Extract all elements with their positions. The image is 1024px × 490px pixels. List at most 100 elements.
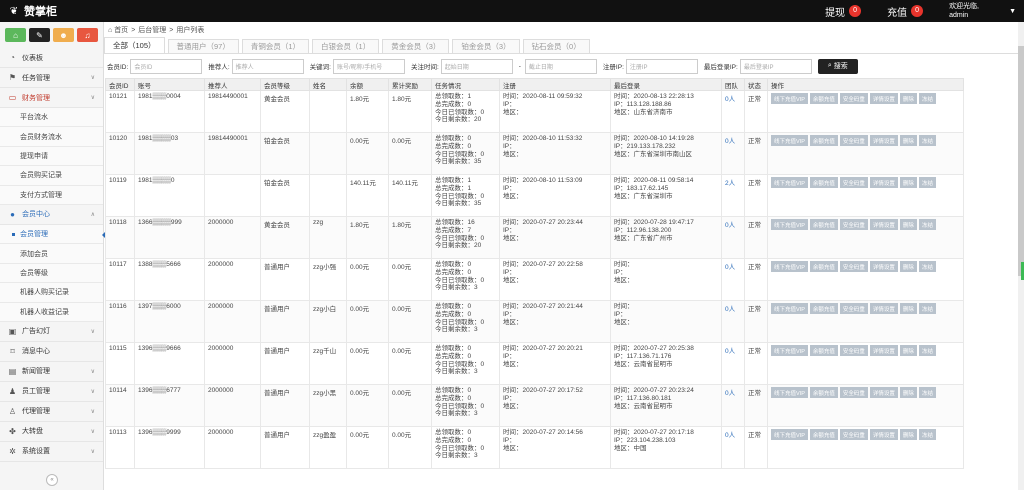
sidebar-item[interactable]: ♟ 员工管理 ∨ bbox=[0, 382, 103, 402]
action-button[interactable]: 余额充值 bbox=[809, 429, 838, 440]
sidebar-item[interactable]: ⌑ 消息中心 bbox=[0, 342, 103, 362]
sidebar-subitem[interactable]: 会员购买记录 bbox=[0, 166, 103, 186]
team-link[interactable]: 0人 bbox=[725, 306, 735, 313]
action-button[interactable]: 余额充值 bbox=[809, 345, 838, 356]
scrollbar-thumb[interactable] bbox=[1018, 46, 1024, 276]
sidebar-subitem[interactable]: 机器人收益记录 bbox=[0, 302, 103, 322]
team-link[interactable]: 0人 bbox=[725, 264, 735, 271]
action-button[interactable]: 详情设置 bbox=[869, 387, 898, 398]
member-id-input[interactable]: 会员ID bbox=[130, 58, 203, 74]
action-button[interactable]: 余额充值 bbox=[809, 387, 838, 398]
group-icon[interactable]: ☻ bbox=[53, 28, 74, 42]
pencil-icon[interactable]: ✎ bbox=[29, 28, 50, 42]
action-button[interactable]: 线下充值VIP bbox=[771, 429, 808, 440]
start-date-input[interactable]: 起始日期 bbox=[440, 58, 513, 74]
action-button[interactable]: 安全码重 bbox=[839, 387, 868, 398]
action-button[interactable]: 安全码重 bbox=[839, 345, 868, 356]
team-link[interactable]: 0人 bbox=[725, 222, 735, 229]
caret-down-icon[interactable]: ▼ bbox=[1009, 8, 1016, 15]
action-button[interactable]: 删除 bbox=[899, 303, 917, 314]
sidebar-subitem[interactable]: 会员财务流水 bbox=[0, 127, 103, 147]
tab-level[interactable]: 全部（105） bbox=[104, 37, 165, 53]
sidebar-subitem[interactable]: 支付方式管理 bbox=[0, 185, 103, 205]
action-button[interactable]: 详情设置 bbox=[869, 177, 898, 188]
sidebar-item[interactable]: ✤ 大转盘 ∨ bbox=[0, 422, 103, 442]
tab-level[interactable]: 普通用户（97） bbox=[167, 39, 239, 53]
brand-logo[interactable]: ❦ 赞掌柜 bbox=[0, 3, 104, 19]
action-button[interactable]: 线下充值VIP bbox=[771, 387, 808, 398]
sidebar-item[interactable]: ● 会员中心 ∧ bbox=[0, 205, 103, 225]
action-button[interactable]: 详情设置 bbox=[869, 219, 898, 230]
action-button[interactable]: 删除 bbox=[899, 177, 917, 188]
action-button[interactable]: 冻结 bbox=[918, 219, 936, 230]
tab-level[interactable]: 黄金会员（3） bbox=[382, 39, 450, 53]
sidebar-subitem[interactable]: 会员等级 bbox=[0, 263, 103, 284]
action-button[interactable]: 冻结 bbox=[918, 261, 936, 272]
keyword-input[interactable]: 账号/昵称/手机号 bbox=[332, 58, 405, 74]
sidebar-item[interactable]: ⚑ 任务管理 ∨ bbox=[0, 68, 103, 88]
action-button[interactable]: 冻结 bbox=[918, 387, 936, 398]
action-button[interactable]: 安全码重 bbox=[839, 219, 868, 230]
action-button[interactable]: 安全码重 bbox=[839, 177, 868, 188]
action-button[interactable]: 详情设置 bbox=[869, 93, 898, 104]
team-link[interactable]: 0人 bbox=[725, 138, 735, 145]
sidebar-item[interactable]: ▣ 广告幻灯 ∨ bbox=[0, 322, 103, 342]
team-link[interactable]: 2人 bbox=[725, 180, 735, 187]
sidebar-subitem[interactable]: 添加会员 bbox=[0, 244, 103, 264]
sidebar-subitem[interactable]: 平台流水 bbox=[0, 108, 103, 128]
action-button[interactable]: 线下充值VIP bbox=[771, 177, 808, 188]
action-button[interactable]: 冻结 bbox=[918, 93, 936, 104]
action-button[interactable]: 删除 bbox=[899, 429, 917, 440]
sidebar-item[interactable]: ▭ 财务管理 ∨ bbox=[0, 88, 103, 108]
end-date-input[interactable]: 截止日期 bbox=[524, 58, 597, 74]
action-button[interactable]: 线下充值VIP bbox=[771, 219, 808, 230]
action-button[interactable]: 线下充值VIP bbox=[771, 135, 808, 146]
action-button[interactable]: 线下充值VIP bbox=[771, 303, 808, 314]
action-button[interactable]: 删除 bbox=[899, 219, 917, 230]
sidebar-subitem[interactable]: 提现申请 bbox=[0, 146, 103, 167]
action-button[interactable]: 安全码重 bbox=[839, 135, 868, 146]
action-button[interactable]: 删除 bbox=[899, 345, 917, 356]
search-button[interactable]: ⌕ 搜索 bbox=[817, 58, 858, 74]
sidebar-subitem[interactable]: 会员管理 bbox=[0, 224, 107, 245]
tab-level[interactable]: 铂金会员（3） bbox=[452, 39, 520, 53]
action-button[interactable]: 线下充值VIP bbox=[771, 93, 808, 104]
action-button[interactable]: 详情设置 bbox=[869, 345, 898, 356]
sidebar-item[interactable]: ♙ 代理管理 ∨ bbox=[0, 402, 103, 422]
sidebar-item[interactable]: ✲ 系统设置 ∨ bbox=[0, 442, 103, 462]
recharge-link[interactable]: 充值 0 bbox=[887, 4, 924, 19]
breadcrumb-admin[interactable]: 后台管理 bbox=[138, 25, 166, 35]
action-button[interactable]: 详情设置 bbox=[869, 261, 898, 272]
action-button[interactable]: 余额充值 bbox=[809, 219, 838, 230]
action-button[interactable]: 线下充值VIP bbox=[771, 261, 808, 272]
action-button[interactable]: 冻结 bbox=[918, 177, 936, 188]
action-button[interactable]: 线下充值VIP bbox=[771, 345, 808, 356]
tab-level[interactable]: 白银会员（1） bbox=[312, 39, 380, 53]
action-button[interactable]: 余额充值 bbox=[809, 303, 838, 314]
team-link[interactable]: 0人 bbox=[725, 390, 735, 397]
page-scrollbar[interactable] bbox=[1018, 22, 1024, 490]
tab-level[interactable]: 钻石会员（0） bbox=[522, 39, 590, 53]
action-button[interactable]: 删除 bbox=[899, 387, 917, 398]
sidebar-subitem[interactable]: 机器人购买记录 bbox=[0, 283, 103, 303]
action-button[interactable]: 余额充值 bbox=[809, 261, 838, 272]
action-button[interactable]: 冻结 bbox=[918, 135, 936, 146]
bell-icon[interactable]: ♫ bbox=[77, 28, 98, 42]
action-button[interactable]: 冻结 bbox=[918, 303, 936, 314]
action-button[interactable]: 详情设置 bbox=[869, 429, 898, 440]
action-button[interactable]: 删除 bbox=[899, 93, 917, 104]
action-button[interactable]: 详情设置 bbox=[869, 303, 898, 314]
action-button[interactable]: 安全码重 bbox=[839, 93, 868, 104]
breadcrumb-home[interactable]: 首页 bbox=[114, 25, 128, 35]
action-button[interactable]: 删除 bbox=[899, 135, 917, 146]
action-button[interactable]: 删除 bbox=[899, 261, 917, 272]
reg-ip-input[interactable]: 注册IP bbox=[625, 58, 698, 74]
team-link[interactable]: 0人 bbox=[725, 432, 735, 439]
tab-level[interactable]: 青铜会员（1） bbox=[241, 39, 310, 53]
team-link[interactable]: 0人 bbox=[725, 348, 735, 355]
action-button[interactable]: 安全码重 bbox=[839, 261, 868, 272]
team-link[interactable]: 0人 bbox=[725, 96, 735, 103]
action-button[interactable]: 余额充值 bbox=[809, 135, 838, 146]
last-ip-input[interactable]: 最后登录IP bbox=[739, 58, 812, 74]
action-button[interactable]: 余额充值 bbox=[809, 177, 838, 188]
